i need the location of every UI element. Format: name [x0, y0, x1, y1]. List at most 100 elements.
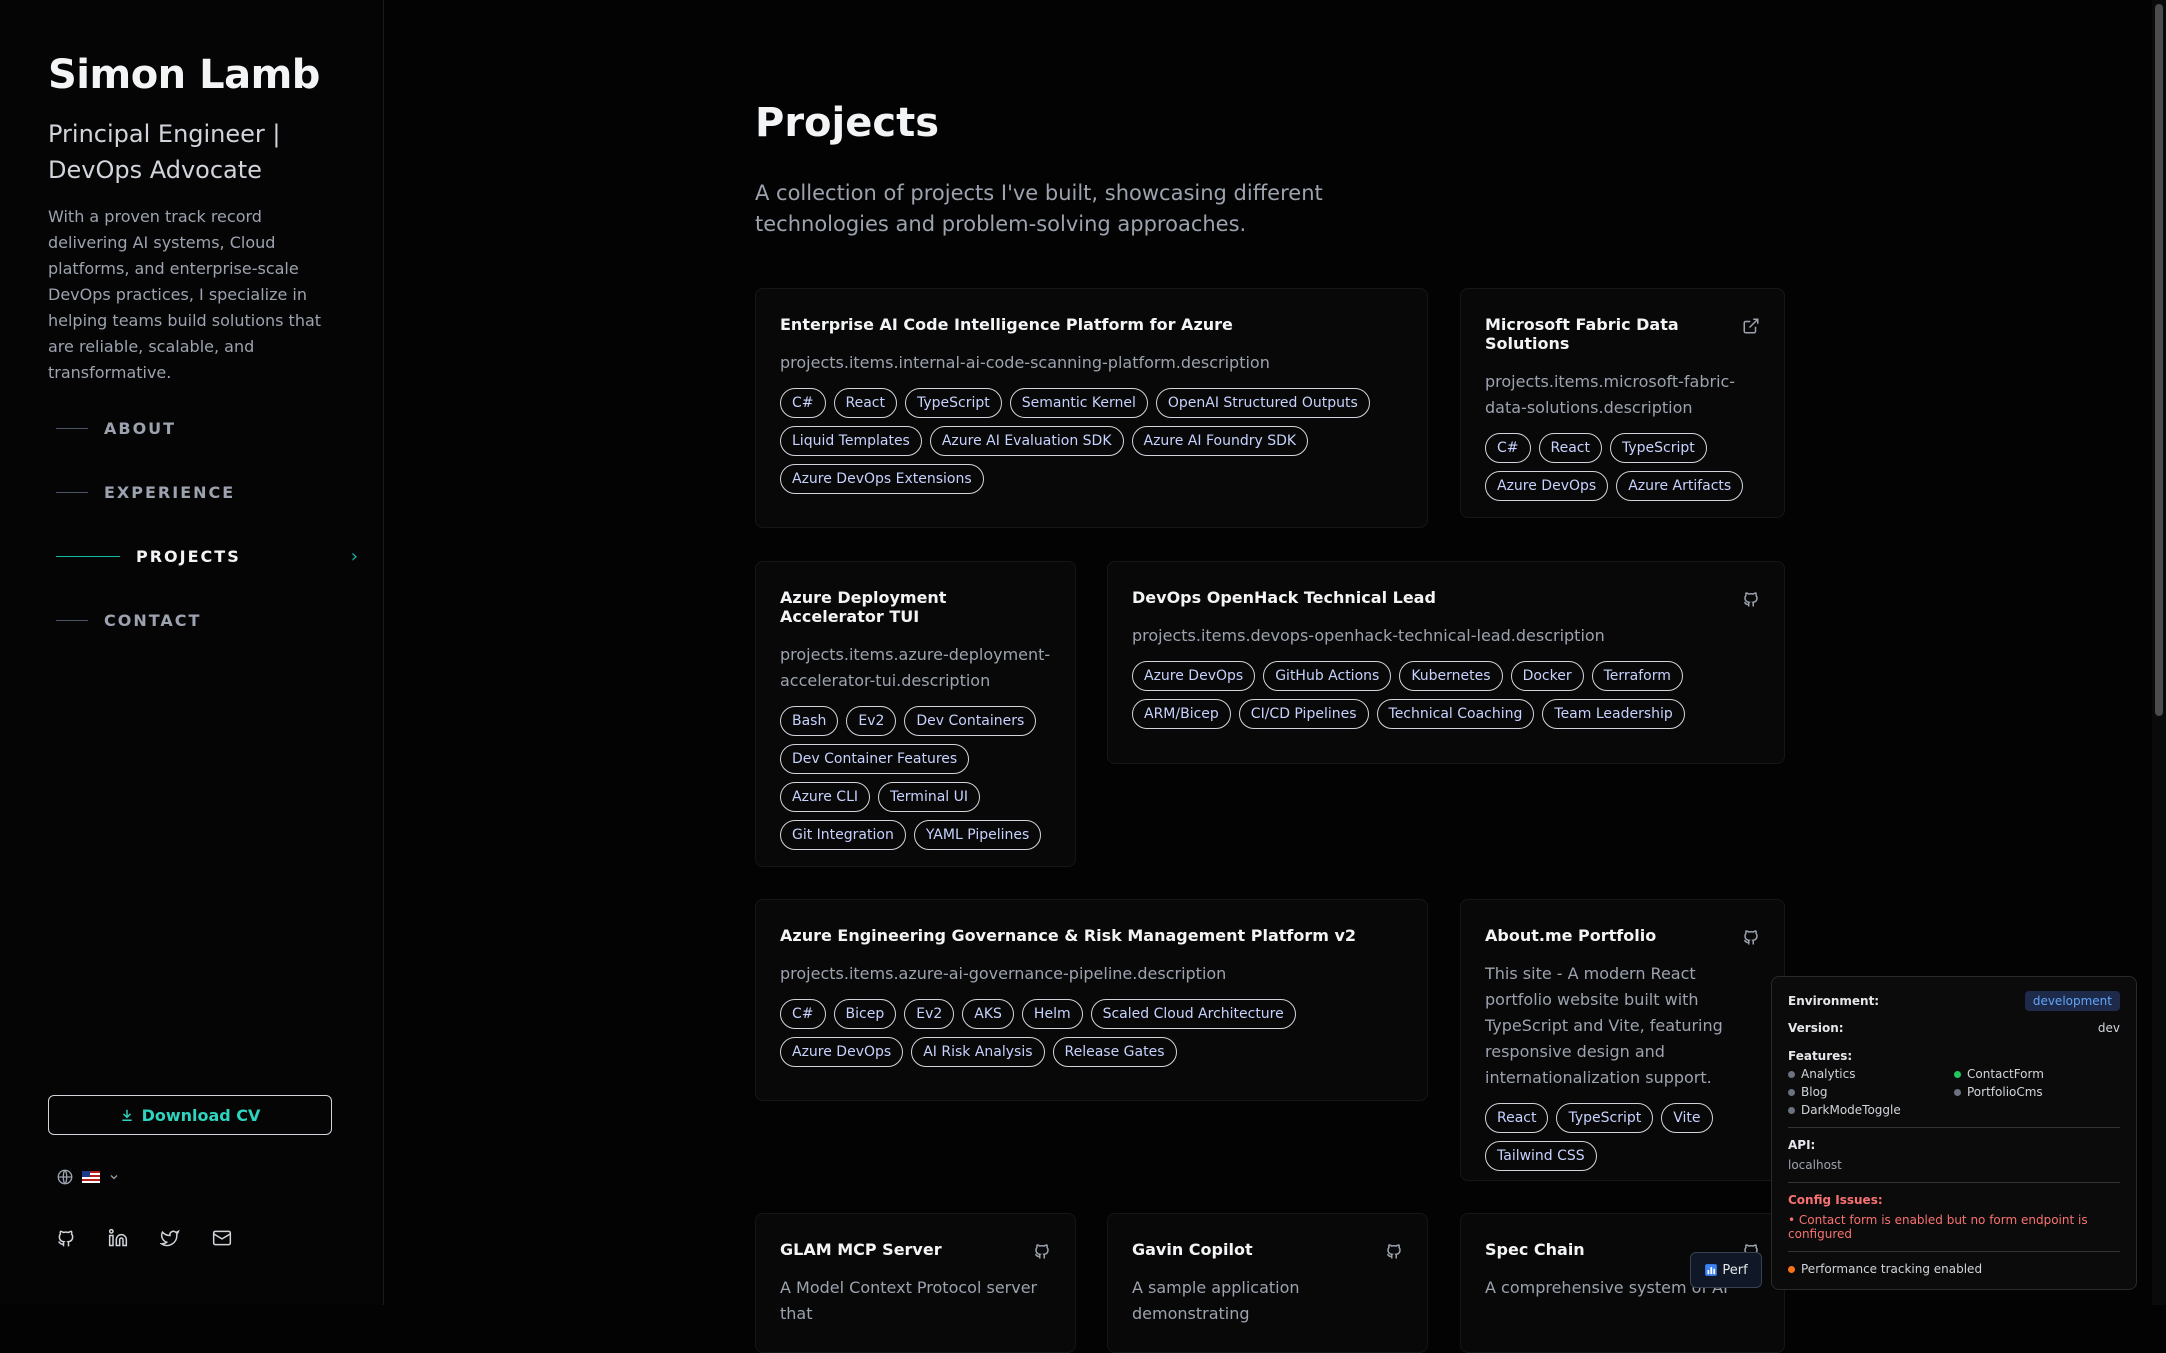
- twitter-icon[interactable]: [160, 1228, 180, 1248]
- status-dot-icon: [1954, 1088, 1961, 1096]
- project-title: Azure Deployment Accelerator TUI: [780, 588, 947, 626]
- tech-tag: Azure AI Foundry SDK: [1131, 426, 1309, 456]
- config-debug-panel: Environment: development Version: dev Fe…: [1771, 976, 2137, 1290]
- project-tags: Azure DevOps GitHub Actions Kubernetes D…: [1132, 661, 1760, 729]
- project-description: projects.items.azure-deployment-accelera…: [780, 645, 1051, 690]
- profile-bio: With a proven track record delivering AI…: [48, 207, 322, 382]
- project-card-governance[interactable]: Azure Engineering Governance & Risk Mana…: [755, 899, 1428, 1101]
- tech-tag: Azure AI Evaluation SDK: [929, 426, 1124, 456]
- tech-tag: Vite: [1661, 1103, 1713, 1133]
- project-tags: C# React TypeScript Semantic Kernel Open…: [780, 388, 1403, 494]
- nav-label: ABOUT: [104, 418, 177, 438]
- project-title: Enterprise AI Code Intelligence Platform…: [780, 315, 1233, 334]
- project-card-openhack[interactable]: DevOps OpenHack Technical Lead projects.…: [1107, 561, 1785, 764]
- tech-tag: Ev2: [846, 706, 897, 736]
- tech-tag: Azure DevOps: [1485, 471, 1609, 501]
- project-card-glam-mcp[interactable]: GLAM MCP Server A Model Context Protocol…: [755, 1213, 1076, 1353]
- nav-item-contact[interactable]: CONTACT: [56, 588, 358, 652]
- profile-role: Principal Engineer | DevOps Advocate: [48, 120, 281, 184]
- feature-flags: Analytics ContactForm Blog PortfolioCms …: [1788, 1067, 2120, 1117]
- project-card-fabric[interactable]: Microsoft Fabric Data Solutions projects…: [1460, 288, 1785, 518]
- page-scrollbar[interactable]: [2152, 0, 2166, 1305]
- tech-tag: ARM/Bicep: [1132, 699, 1231, 729]
- nav-item-experience[interactable]: EXPERIENCE: [56, 460, 358, 524]
- section-nav: ABOUT EXPERIENCE PROJECTS › CONTACT: [56, 396, 358, 652]
- environment-label: Environment:: [1788, 994, 1880, 1008]
- project-title: About.me Portfolio: [1485, 926, 1657, 945]
- tech-tag: CI/CD Pipelines: [1238, 699, 1369, 729]
- project-card-enterprise-ai[interactable]: Enterprise AI Code Intelligence Platform…: [755, 288, 1428, 528]
- status-dot-icon: [1954, 1070, 1961, 1078]
- download-cv-button[interactable]: Download CV: [48, 1095, 332, 1135]
- project-card-deployment-tui[interactable]: Azure Deployment Accelerator TUI project…: [755, 561, 1076, 867]
- tech-tag: Azure DevOps Extensions: [780, 464, 984, 494]
- version-label: Version:: [1788, 1021, 1844, 1035]
- tech-tag: Ev2: [904, 999, 955, 1029]
- nav-indicator: [56, 427, 88, 429]
- project-description: A sample application demonstrating: [1132, 1278, 1300, 1323]
- external-link-icon[interactable]: [1742, 317, 1760, 335]
- status-dot-icon: [1788, 1070, 1795, 1078]
- tech-tag: C#: [780, 388, 826, 418]
- tech-tag: C#: [1485, 433, 1531, 463]
- project-description: This site - A modern React portfolio web…: [1485, 964, 1723, 1087]
- config-issue: • Contact form is enabled but no form en…: [1788, 1213, 2088, 1241]
- feature-flag: Blog: [1788, 1085, 1954, 1099]
- nav-item-projects[interactable]: PROJECTS ›: [56, 524, 358, 588]
- project-description: A Model Context Protocol server that: [780, 1278, 1038, 1323]
- project-title: GLAM MCP Server: [780, 1240, 942, 1259]
- github-icon[interactable]: [1742, 590, 1760, 608]
- nav-label: EXPERIENCE: [104, 482, 236, 502]
- nav-item-about[interactable]: ABOUT: [56, 396, 358, 460]
- perf-button-label: Perf: [1722, 1262, 1748, 1278]
- bar-chart-icon: [1705, 1264, 1718, 1276]
- linkedin-icon[interactable]: [108, 1228, 128, 1248]
- page-title: Projects: [755, 100, 940, 146]
- github-icon[interactable]: [1742, 928, 1760, 946]
- features-label: Features:: [1788, 1049, 1853, 1063]
- feature-flag: DarkModeToggle: [1788, 1103, 1954, 1117]
- perf-button[interactable]: Perf: [1690, 1252, 1762, 1288]
- tech-tag: React: [1485, 1103, 1549, 1133]
- tech-tag: YAML Pipelines: [913, 820, 1042, 850]
- tech-tag: Helm: [1021, 999, 1083, 1029]
- tech-tag: Kubernetes: [1399, 661, 1503, 691]
- project-title: Microsoft Fabric Data Solutions: [1485, 315, 1679, 353]
- download-cv-label: Download CV: [141, 1105, 261, 1125]
- us-flag-icon: [82, 1171, 100, 1183]
- tech-tag: Tailwind CSS: [1485, 1141, 1597, 1171]
- github-icon[interactable]: [1033, 1242, 1051, 1260]
- version-value: dev: [2097, 1021, 2120, 1035]
- tech-tag: Dev Container Features: [780, 744, 970, 774]
- tech-tag: React: [833, 388, 897, 418]
- github-icon[interactable]: [56, 1228, 76, 1248]
- mail-icon[interactable]: [212, 1228, 232, 1248]
- project-card-portfolio[interactable]: About.me Portfolio This site - A modern …: [1460, 899, 1785, 1181]
- perf-status-text: Performance tracking enabled: [1801, 1262, 1983, 1276]
- nav-label: CONTACT: [104, 610, 202, 630]
- scrollbar-thumb[interactable]: [2155, 4, 2163, 716]
- environment-badge: development: [2024, 991, 2120, 1011]
- status-dot-icon: [1788, 1265, 1795, 1273]
- project-title: Gavin Copilot: [1132, 1240, 1253, 1259]
- social-links: [56, 1228, 232, 1248]
- project-tags: Bash Ev2 Dev Containers Dev Container Fe…: [780, 706, 1051, 850]
- project-tags: C# React TypeScript Azure DevOps Azure A…: [1485, 433, 1760, 501]
- tech-tag: Bicep: [833, 999, 897, 1029]
- github-icon[interactable]: [1385, 1242, 1403, 1260]
- language-selector[interactable]: [56, 1168, 120, 1186]
- feature-flag: PortfolioCms: [1954, 1085, 2120, 1099]
- tech-tag: OpenAI Structured Outputs: [1155, 388, 1370, 418]
- tech-tag: Azure Artifacts: [1616, 471, 1744, 501]
- tech-tag: Dev Containers: [904, 706, 1037, 736]
- project-card-gavin-copilot[interactable]: Gavin Copilot A sample application demon…: [1107, 1213, 1428, 1353]
- tech-tag: Scaled Cloud Architecture: [1090, 999, 1296, 1029]
- tech-tag: Terminal UI: [878, 782, 981, 812]
- tech-tag: GitHub Actions: [1263, 661, 1392, 691]
- download-icon: [121, 1109, 132, 1121]
- tech-tag: Liquid Templates: [780, 426, 922, 456]
- tech-tag: TypeScript: [905, 388, 1002, 418]
- tech-tag: AI Risk Analysis: [911, 1037, 1045, 1067]
- project-description: projects.items.microsoft-fabric-data-sol…: [1485, 372, 1736, 417]
- nav-indicator: [56, 491, 88, 493]
